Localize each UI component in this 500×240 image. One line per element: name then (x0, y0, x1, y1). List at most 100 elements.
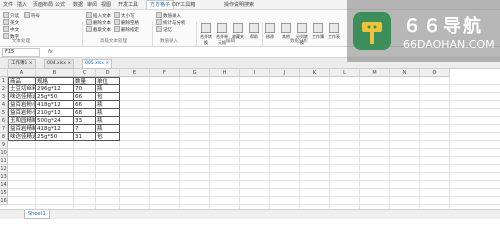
column-header[interactable]: B (36, 69, 74, 77)
gridline (8, 180, 500, 181)
column-header[interactable]: H (210, 69, 240, 77)
table-header-cell[interactable]: 数量 (74, 77, 96, 85)
gridline (329, 77, 330, 209)
table-cell[interactable]: 益百岩粉小米椒 (8, 109, 36, 117)
table-cell[interactable]: 25g*50 (36, 93, 74, 101)
column-header[interactable]: N (390, 69, 420, 77)
table-cell[interactable]: 益百岩粉小米椒 (8, 101, 36, 109)
table-cell[interactable]: 土豆切丝利器机 (8, 85, 36, 93)
checkbox-icon (3, 19, 9, 25)
worksheet-button[interactable]: 工作表 (328, 23, 340, 41)
ribbon-item-symbol[interactable]: 符号 (24, 12, 40, 20)
table-cell[interactable]: 296g*12 (36, 85, 74, 93)
table-cell[interactable]: 味达佳精选炖汤 (8, 93, 36, 101)
menu-tab[interactable]: 数据 (73, 1, 83, 9)
column-header[interactable]: E (120, 69, 150, 77)
menu-tab[interactable]: 审阅 (87, 1, 97, 9)
row-header[interactable]: 7 (0, 125, 8, 133)
menu-tab[interactable]: 开发工具 (118, 1, 138, 9)
row-header[interactable]: 14 (0, 181, 8, 189)
table-cell[interactable]: 包 (96, 133, 120, 141)
row-header[interactable]: 16 (0, 197, 8, 205)
row-header[interactable]: 9 (0, 141, 8, 149)
table-cell[interactable]: 瓶 (96, 101, 120, 109)
column-header[interactable]: J (270, 69, 300, 77)
table-cell[interactable]: 418g*12 (36, 101, 74, 109)
table-cell[interactable]: 66 (74, 93, 96, 101)
table-cell[interactable]: 益百岩精制钢钢罐 (8, 125, 36, 133)
table-cell[interactable]: 25g*50 (36, 133, 74, 141)
name-box[interactable]: F15 (2, 48, 40, 57)
table-header-cell[interactable]: 单位 (96, 77, 120, 85)
table-cell[interactable]: 210g*12 (36, 109, 74, 117)
workbook-button[interactable]: 工作簿 (312, 23, 324, 41)
menu-tab[interactable]: 操作说明搜索 (224, 1, 254, 9)
column-header[interactable]: F (150, 69, 180, 77)
row-header[interactable]: 3 (0, 93, 8, 101)
workbook-tab-3[interactable]: 005.xlsx × (82, 59, 113, 69)
help-button[interactable]: 帮助 (248, 23, 260, 41)
workbook-tab-1[interactable]: 工作簿1 × (8, 59, 36, 69)
gridline (299, 77, 300, 209)
row-header[interactable]: 11 (0, 157, 8, 165)
modify-button[interactable]: 修改 (264, 23, 276, 41)
table-cell[interactable]: 玉和园精制钢钢罐 (8, 117, 36, 125)
table-cell[interactable]: 瓶 (96, 85, 120, 93)
table-cell[interactable]: 33 (74, 117, 96, 125)
column-header[interactable]: M (360, 69, 390, 77)
table-cell[interactable]: 7 (74, 125, 96, 133)
row-header[interactable]: 13 (0, 173, 8, 181)
table-cell[interactable]: 66 (74, 101, 96, 109)
column-header[interactable]: O (420, 69, 450, 77)
column-header[interactable]: D (96, 69, 120, 77)
menu-tab[interactable]: 文件 (3, 1, 13, 9)
row-header[interactable]: 2 (0, 85, 8, 93)
merge-convert-button[interactable]: 合并转换 (200, 23, 212, 45)
workbook-tab-2[interactable]: 004.xlsx × (44, 59, 75, 69)
ribbon-item-memory[interactable]: 记忆 (156, 26, 172, 34)
modify-icon (265, 23, 275, 33)
table-cell[interactable]: 瓶 (96, 125, 120, 133)
table-header-cell[interactable]: 商品 (8, 77, 36, 85)
column-header[interactable]: A (8, 69, 36, 77)
group-label-data-analysis: 数据分析 (290, 39, 308, 44)
column-header[interactable]: K (300, 69, 330, 77)
menu-tab[interactable]: 页面布局 (33, 1, 53, 9)
row-header[interactable]: 5 (0, 109, 8, 117)
table-cell[interactable]: 500g*24 (36, 117, 74, 125)
menu-tab[interactable]: DIY工具箱 (172, 1, 195, 9)
table-cell[interactable]: 68 (74, 109, 96, 117)
menu-tab[interactable]: 插入 (17, 1, 27, 9)
sheet-tab[interactable]: Sheet1 (24, 210, 50, 219)
checkbox-icon (3, 12, 9, 18)
select-all-corner[interactable] (0, 69, 8, 77)
table-cell[interactable]: 70 (74, 85, 96, 93)
table-cell[interactable]: 瓶 (96, 109, 120, 117)
row-header[interactable]: 4 (0, 101, 8, 109)
table-cell[interactable]: 味达佳精选八角 (8, 133, 36, 141)
ribbon-item-extract-text[interactable]: 截取文本 (86, 26, 111, 34)
row-header[interactable]: 12 (0, 165, 8, 173)
watermark-subtitle: 66DAOHAN.COM (403, 38, 495, 51)
menu-tab[interactable]: 方方格子 (146, 0, 175, 9)
row-header[interactable]: 1 (0, 77, 8, 85)
table-cell[interactable]: 418g*12 (36, 125, 74, 133)
table-cell[interactable]: 31 (74, 133, 96, 141)
row-header[interactable]: 15 (0, 189, 8, 197)
table-cell[interactable]: 瓶 (96, 117, 120, 125)
row-header[interactable]: 10 (0, 149, 8, 157)
ribbon-item-delete-specified[interactable]: 删除指定 (114, 26, 139, 34)
spreadsheet-grid[interactable]: A B C D E F G H I J K L M N O 1 2 3 4 5 6 7 8 9 10 11 12 13 14 15 16 商品… (0, 69, 500, 209)
column-header[interactable]: I (240, 69, 270, 77)
table-header-cell[interactable]: 规格 (36, 77, 74, 85)
row-header[interactable]: 6 (0, 117, 8, 125)
delete-text-icon (86, 19, 92, 25)
column-header[interactable]: L (330, 69, 360, 77)
column-header[interactable]: G (180, 69, 210, 77)
menu-tab[interactable]: 公式 (55, 1, 65, 9)
menu-tab[interactable]: 视图 (101, 1, 111, 9)
table-cell[interactable]: 包 (96, 93, 120, 101)
row-header[interactable]: 8 (0, 133, 8, 141)
column-header[interactable]: C (74, 69, 96, 77)
fx-label: fx (48, 49, 53, 55)
